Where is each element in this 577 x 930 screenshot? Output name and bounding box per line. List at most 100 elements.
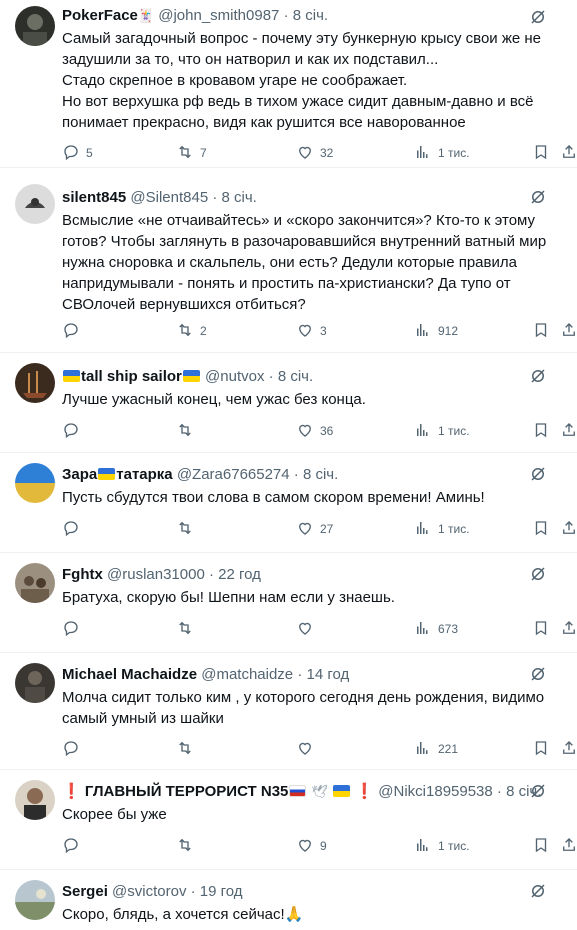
- views-button[interactable]: 1 тис.: [414, 836, 470, 856]
- like-button[interactable]: 32: [296, 143, 333, 163]
- post[interactable]: Sergei @svictorov · 19 год Скоро, блядь,…: [0, 870, 577, 930]
- grok-icon[interactable]: [529, 367, 547, 385]
- bookmark-button[interactable]: [532, 619, 550, 639]
- reply-button[interactable]: [62, 519, 80, 539]
- views-button[interactable]: 673: [414, 619, 458, 639]
- author-name[interactable]: Sergei: [62, 883, 108, 900]
- repost-button[interactable]: 7: [176, 143, 207, 163]
- like-icon: [296, 836, 314, 857]
- author-handle[interactable]: @Silent845: [130, 189, 208, 206]
- repost-button[interactable]: 2: [176, 321, 207, 341]
- share-icon: [560, 519, 577, 540]
- avatar[interactable]: [15, 880, 55, 920]
- bookmark-button[interactable]: [532, 519, 550, 539]
- reply-button[interactable]: [62, 619, 80, 639]
- share-button[interactable]: [560, 421, 577, 441]
- avatar[interactable]: [15, 363, 55, 403]
- grok-icon[interactable]: [529, 465, 547, 483]
- reply-button[interactable]: 5: [62, 143, 93, 163]
- post[interactable]: Зара татарка @Zara67665274 · 8 січ. Пусть…: [0, 453, 577, 553]
- avatar[interactable]: [15, 184, 55, 224]
- bookmark-button[interactable]: [532, 321, 550, 341]
- reply-button[interactable]: [62, 836, 80, 856]
- author-name[interactable]: Michael Machaidze: [62, 666, 197, 683]
- author-handle[interactable]: @Zara67665274: [177, 466, 290, 483]
- share-button[interactable]: [560, 836, 577, 856]
- grok-icon[interactable]: [529, 565, 547, 583]
- post-time[interactable]: 8 січ.: [303, 466, 338, 483]
- reply-icon: [62, 143, 80, 164]
- post-time[interactable]: 14 год: [307, 666, 350, 683]
- post-time[interactable]: 19 год: [200, 883, 243, 900]
- reply-button[interactable]: [62, 739, 80, 759]
- post[interactable]: ❗ ГЛАВНЫЙ ТЕРРОРИСТ N35 🕊 ❗ @Nikci189595…: [0, 770, 577, 870]
- author-name[interactable]: silent845: [62, 189, 126, 206]
- repost-button[interactable]: [176, 519, 194, 539]
- like-count: 3: [320, 324, 327, 338]
- repost-icon: [176, 836, 194, 857]
- author-name[interactable]: PokerFace: [62, 7, 138, 24]
- author-handle[interactable]: @john_smith0987: [158, 7, 279, 24]
- author-name[interactable]: Fghtx: [62, 566, 103, 583]
- like-button[interactable]: 3: [296, 321, 327, 341]
- bookmark-button[interactable]: [532, 421, 550, 441]
- separator-dot: ·: [297, 666, 303, 683]
- avatar[interactable]: [15, 780, 55, 820]
- reply-button[interactable]: [62, 421, 80, 441]
- grok-icon[interactable]: [529, 882, 547, 900]
- views-button[interactable]: 1 тис.: [414, 143, 470, 163]
- views-button[interactable]: 912: [414, 321, 458, 341]
- author-handle[interactable]: @svictorov: [112, 883, 186, 900]
- post[interactable]: Fghtx @ruslan31000 · 22 год Братуха, ско…: [0, 553, 577, 653]
- repost-button[interactable]: [176, 836, 194, 856]
- bookmark-button[interactable]: [532, 739, 550, 759]
- like-button[interactable]: 27: [296, 519, 333, 539]
- post[interactable]: silent845 @Silent845 · 8 січ. Всмыслие «…: [0, 168, 577, 353]
- post[interactable]: tall ship sailor @nutvox · 8 січ. Лучше …: [0, 353, 577, 453]
- author-handle[interactable]: @ruslan31000: [107, 566, 205, 583]
- avatar[interactable]: [15, 6, 55, 46]
- post-time[interactable]: 8 січ.: [293, 7, 328, 24]
- like-button[interactable]: [296, 619, 314, 639]
- repost-button[interactable]: [176, 421, 194, 441]
- like-button[interactable]: 36: [296, 421, 333, 441]
- author-name-part[interactable]: татарка: [116, 466, 172, 483]
- author-handle[interactable]: @Nikci18959538: [378, 783, 492, 800]
- grok-icon[interactable]: [529, 782, 547, 800]
- post-time[interactable]: 8 січ.: [278, 368, 313, 385]
- author-name[interactable]: ГЛАВНЫЙ ТЕРРОРИСТ N35: [85, 783, 289, 800]
- views-count: 912: [438, 324, 459, 338]
- repost-button[interactable]: [176, 739, 194, 759]
- reply-count: 5: [86, 146, 93, 160]
- reply-button[interactable]: [62, 321, 80, 341]
- post[interactable]: PokerFace🃏 @john_smith0987 · 8 січ. Самы…: [0, 0, 577, 168]
- views-button[interactable]: 1 тис.: [414, 519, 470, 539]
- views-button[interactable]: 1 тис.: [414, 421, 470, 441]
- grok-icon[interactable]: [529, 8, 547, 26]
- avatar[interactable]: [15, 563, 55, 603]
- avatar[interactable]: [15, 663, 55, 703]
- grok-icon[interactable]: [529, 188, 547, 206]
- author-handle[interactable]: @nutvox: [205, 368, 264, 385]
- like-button[interactable]: 9: [296, 836, 327, 856]
- bookmark-button[interactable]: [532, 143, 550, 163]
- author-handle[interactable]: @matchaidze: [201, 666, 293, 683]
- like-button[interactable]: [296, 739, 314, 759]
- grok-icon[interactable]: [529, 665, 547, 683]
- ukraine-flag-icon: [63, 370, 80, 382]
- share-button[interactable]: [560, 519, 577, 539]
- post[interactable]: Michael Machaidze @matchaidze · 14 год М…: [0, 653, 577, 770]
- repost-button[interactable]: [176, 619, 194, 639]
- bookmark-button[interactable]: [532, 836, 550, 856]
- avatar[interactable]: [15, 463, 55, 503]
- author-name[interactable]: tall ship sailor: [81, 368, 182, 385]
- views-button[interactable]: 221: [414, 739, 458, 759]
- author-name-part[interactable]: Зара: [62, 466, 97, 483]
- share-button[interactable]: [560, 619, 577, 639]
- dove-emoji: 🕊: [311, 784, 329, 799]
- share-button[interactable]: [560, 321, 577, 341]
- post-time[interactable]: 8 січ.: [222, 189, 257, 206]
- share-button[interactable]: [560, 143, 577, 163]
- share-button[interactable]: [560, 739, 577, 759]
- post-time[interactable]: 22 год: [218, 566, 261, 583]
